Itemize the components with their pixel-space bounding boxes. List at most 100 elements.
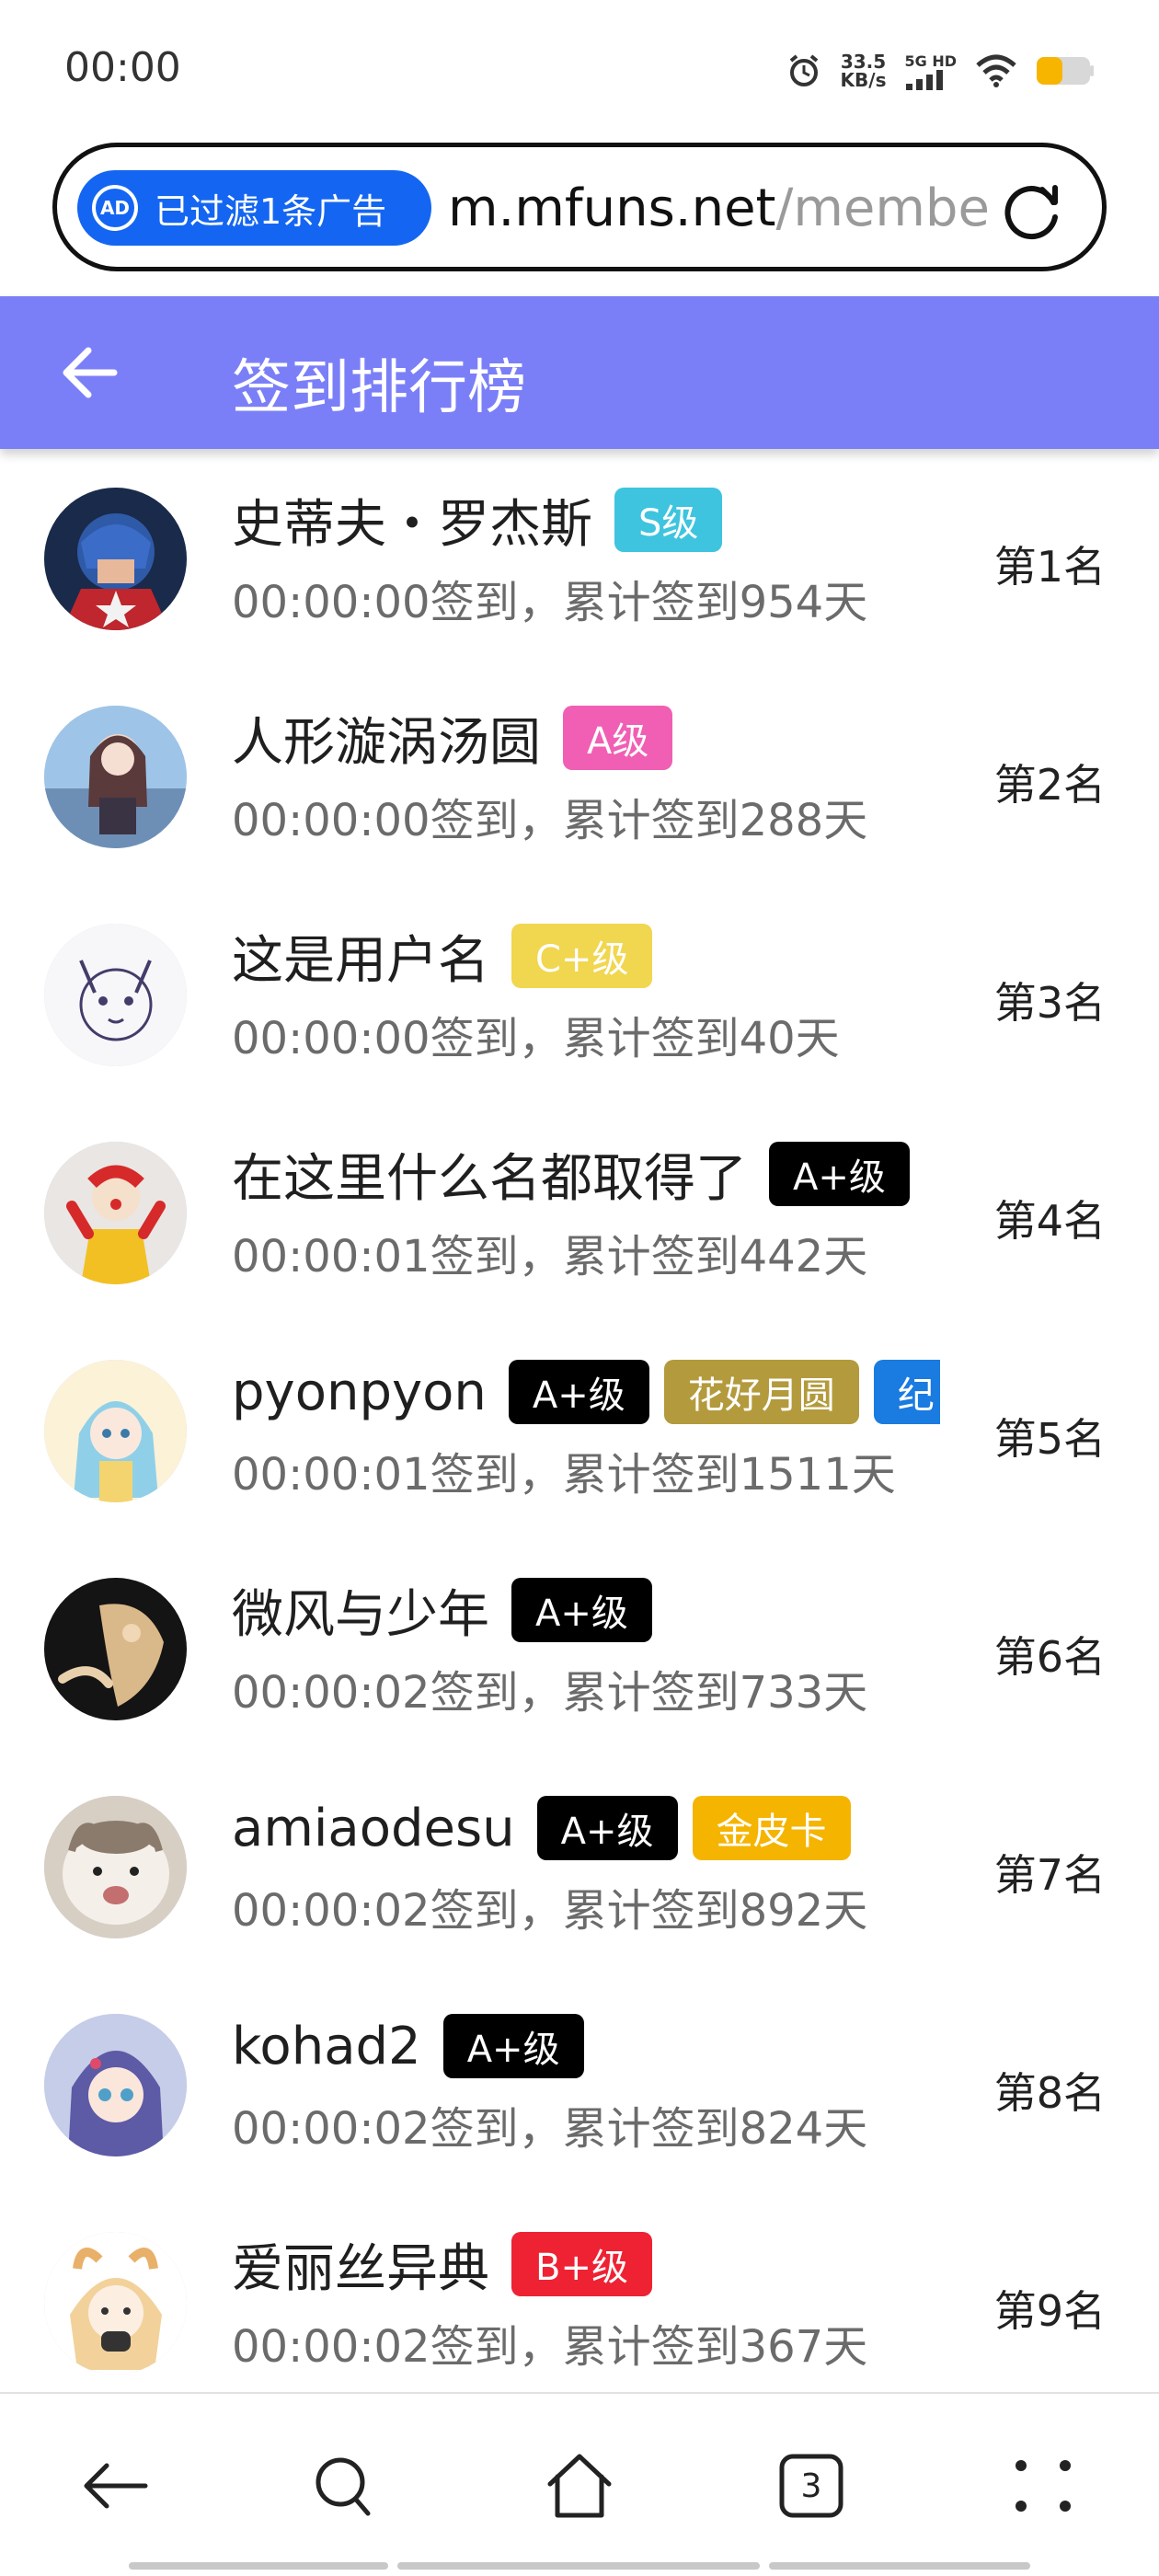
rank-label: 第2名 xyxy=(993,760,1106,810)
rank-label: 第5名 xyxy=(993,1414,1106,1464)
user-name[interactable]: amiaodesu xyxy=(232,1799,515,1858)
level-badge: A+级 xyxy=(508,1360,649,1424)
user-name[interactable]: 在这里什么名都取得了 xyxy=(232,1137,747,1212)
rank-row[interactable]: 史蒂夫・罗杰斯 S级 00:00:00签到，累计签到954天 第1名 xyxy=(0,449,1159,667)
avatar[interactable] xyxy=(44,1142,187,1284)
cat-avatar xyxy=(44,1796,187,1938)
nav-menu-button[interactable] xyxy=(1006,2449,1080,2523)
row-content: pyonpyon A+级 花好月圆纪 00:00:01签到，累计签到1511天 xyxy=(232,1351,940,1512)
rank-row[interactable]: kohad2 A+级 00:00:02签到，累计签到824天 第8名 xyxy=(0,1975,1159,2193)
user-name[interactable]: 人形漩涡汤圆 xyxy=(232,701,541,776)
avatar[interactable] xyxy=(44,1796,187,1938)
level-badge: S级 xyxy=(614,488,723,552)
speed-value: 33.5 xyxy=(840,51,887,73)
user-name[interactable]: 爱丽丝异典 xyxy=(232,2227,489,2302)
level-badge: A+级 xyxy=(536,1796,678,1860)
checkin-info: 00:00:00签到，累计签到288天 xyxy=(232,795,868,846)
level-badge: A+级 xyxy=(769,1142,910,1206)
status-icons: 33.5 KB/s 5G HD xyxy=(786,48,1095,94)
user-name[interactable]: kohad2 xyxy=(232,2017,421,2076)
row-content: kohad2 A+级 00:00:02签到，累计签到824天 xyxy=(232,2005,940,2166)
rank-list: 史蒂夫・罗杰斯 S级 00:00:00签到，累计签到954天 第1名 人形漩涡汤圆 A级 0… xyxy=(0,449,1159,2392)
nav-back-button[interactable] xyxy=(79,2449,153,2523)
address-bar[interactable]: AD 已过滤1条广告 m.mfuns.net/membe xyxy=(52,143,1107,271)
checkin-info: 00:00:00签到，累计签到40天 xyxy=(232,1013,840,1064)
network-type: 5G HD xyxy=(904,52,957,70)
checkin-info: 00:00:02签到，累计签到367天 xyxy=(232,2321,868,2373)
nav-home-button[interactable] xyxy=(543,2449,616,2523)
user-name[interactable]: 微风与少年 xyxy=(232,1573,489,1648)
dark-art-avatar xyxy=(44,1578,187,1720)
checkin-info: 00:00:01签到，累计签到1511天 xyxy=(232,1449,896,1501)
name-line: kohad2 A+级 xyxy=(232,2005,940,2087)
row-content: 这是用户名 C+级 00:00:00签到，累计签到40天 xyxy=(232,914,940,1075)
speed-unit: KB/s xyxy=(840,69,887,91)
avatar[interactable] xyxy=(44,924,187,1066)
ad-filter-text: 已过滤1条广告 xyxy=(155,190,387,232)
avatar[interactable] xyxy=(44,2014,187,2156)
nav-tabs-button[interactable]: 3 xyxy=(775,2449,848,2523)
user-name[interactable]: 这是用户名 xyxy=(232,919,489,994)
checkin-info: 00:00:02签到，累计签到733天 xyxy=(232,1667,868,1719)
user-name[interactable]: 史蒂夫・罗杰斯 xyxy=(232,483,592,558)
rank-row[interactable]: 在这里什么名都取得了 A+级 00:00:01签到，累计签到442天 第4名 xyxy=(0,1103,1159,1321)
gesture-bar-center xyxy=(397,2562,760,2570)
level-badge: C+级 xyxy=(511,924,653,988)
ad-filter-badge[interactable]: AD 已过滤1条广告 xyxy=(77,170,431,246)
rank-row[interactable]: 爱丽丝异典 B+级 00:00:02签到，累计签到367天 第9名 xyxy=(0,2193,1159,2392)
clown-avatar xyxy=(44,1142,187,1284)
user-name[interactable]: pyonpyon xyxy=(232,1363,487,1422)
name-line: 微风与少年 A+级 xyxy=(232,1569,940,1651)
blonde-chibi-avatar xyxy=(44,2232,187,2375)
name-line: 爱丽丝异典 B+级 xyxy=(232,2223,940,2306)
avatar[interactable] xyxy=(44,488,187,630)
rank-label: 第3名 xyxy=(993,978,1106,1028)
level-badge: 纪 xyxy=(873,1360,940,1424)
alarm-icon xyxy=(789,54,818,86)
rank-row[interactable]: 人形漩涡汤圆 A级 00:00:00签到，累计签到288天 第2名 xyxy=(0,667,1159,885)
gesture-bar-right xyxy=(769,2562,1030,2570)
home-icon xyxy=(547,2454,612,2518)
status-time: 00:00 xyxy=(64,44,181,91)
wifi-icon xyxy=(976,54,1016,87)
name-line: 史蒂夫・罗杰斯 S级 xyxy=(232,478,940,561)
ad-block-icon: AD xyxy=(92,185,138,231)
rank-row[interactable]: amiaodesu A+级 金皮卡 00:00:02签到，累计签到892天 第7名 xyxy=(0,1757,1159,1975)
gesture-bar-left xyxy=(129,2562,388,2570)
name-line: amiaodesu A+级 金皮卡 xyxy=(232,1787,940,1869)
purple-hair-avatar xyxy=(44,2014,187,2156)
page-title: 签到排行榜 xyxy=(232,354,526,422)
row-content: amiaodesu A+级 金皮卡 00:00:02签到，累计签到892天 xyxy=(232,1787,940,1948)
avatar[interactable] xyxy=(44,1578,187,1720)
url-host: m.mfuns.net xyxy=(448,178,776,238)
rank-row[interactable]: pyonpyon A+级 花好月圆纪 00:00:01签到，累计签到1511天 第5名 xyxy=(0,1321,1159,1539)
sketch-cat-avatar xyxy=(44,924,187,1066)
battery-icon xyxy=(1037,57,1094,85)
app-header: 签到排行榜 xyxy=(0,296,1159,449)
rank-label: 第4名 xyxy=(993,1196,1106,1246)
level-badge: A+级 xyxy=(442,2014,584,2078)
bottom-nav: 3 xyxy=(0,2392,1159,2576)
row-content: 微风与少年 A+级 00:00:02签到，累计签到733天 xyxy=(232,1569,940,1730)
name-line: 在这里什么名都取得了 A+级 xyxy=(232,1133,940,1215)
tab-count: 3 xyxy=(800,2467,822,2505)
rank-label: 第8名 xyxy=(993,2068,1106,2118)
avatar[interactable] xyxy=(44,1360,187,1502)
checkin-info: 00:00:01签到，累计签到442天 xyxy=(232,1231,868,1282)
url-field[interactable]: m.mfuns.net/membe xyxy=(448,170,1009,246)
status-bar: 00:00 33.5 KB/s 5G HD xyxy=(0,0,1159,138)
rank-label: 第6名 xyxy=(993,1632,1106,1682)
rank-row[interactable]: 微风与少年 A+级 00:00:02签到，累计签到733天 第6名 xyxy=(0,1539,1159,1757)
checkin-info: 00:00:00签到，累计签到954天 xyxy=(232,577,868,628)
rank-row[interactable]: 这是用户名 C+级 00:00:00签到，累计签到40天 第3名 xyxy=(0,885,1159,1103)
nav-search-button[interactable] xyxy=(307,2449,381,2523)
row-content: 爱丽丝异典 B+级 00:00:02签到，累计签到367天 xyxy=(232,2223,940,2384)
back-arrow-icon[interactable] xyxy=(57,340,121,405)
search-icon xyxy=(316,2457,371,2516)
name-line: 人形漩涡汤圆 A级 xyxy=(232,696,940,779)
row-content: 人形漩涡汤圆 A级 00:00:00签到，累计签到288天 xyxy=(232,696,940,857)
avatar[interactable] xyxy=(44,2232,187,2375)
captain-avatar xyxy=(44,488,187,630)
reload-icon[interactable] xyxy=(996,175,1065,244)
avatar[interactable] xyxy=(44,706,187,848)
